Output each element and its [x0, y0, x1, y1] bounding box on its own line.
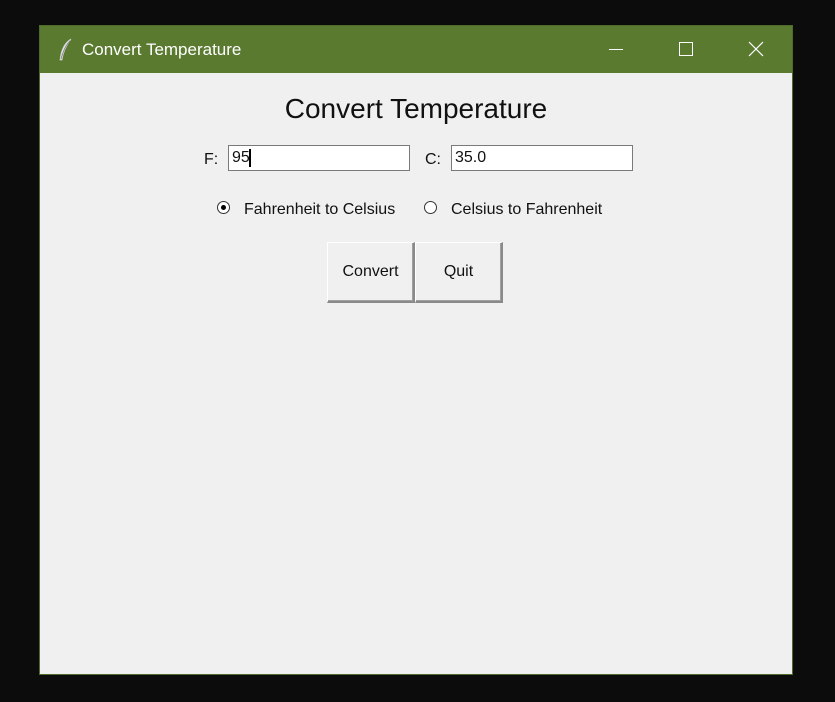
quit-button[interactable]: Quit — [415, 242, 503, 303]
fahrenheit-input[interactable] — [228, 145, 410, 171]
feather-icon — [56, 38, 76, 62]
title-bar[interactable]: Convert Temperature — [40, 26, 792, 73]
radio-dot — [221, 205, 226, 210]
radio-label: Celsius to Fahrenheit — [451, 201, 603, 218]
window-title: Convert Temperature — [82, 40, 242, 59]
page-title: Convert Temperature — [284, 93, 548, 124]
text-cursor — [249, 149, 251, 167]
convert-button[interactable]: Convert — [327, 242, 415, 303]
radio-selected-icon — [217, 201, 230, 214]
celsius-input[interactable] — [451, 145, 633, 171]
celsius-label: C: — [425, 151, 441, 168]
app-window: Convert Temperature Convert Temperature … — [40, 26, 792, 674]
close-button[interactable] — [721, 26, 791, 73]
fahrenheit-label: F: — [204, 151, 219, 168]
radio-label: Fahrenheit to Celsius — [244, 201, 396, 218]
minimize-button[interactable] — [581, 26, 651, 73]
radio-unselected-icon — [424, 201, 437, 214]
maximize-button[interactable] — [651, 26, 721, 73]
